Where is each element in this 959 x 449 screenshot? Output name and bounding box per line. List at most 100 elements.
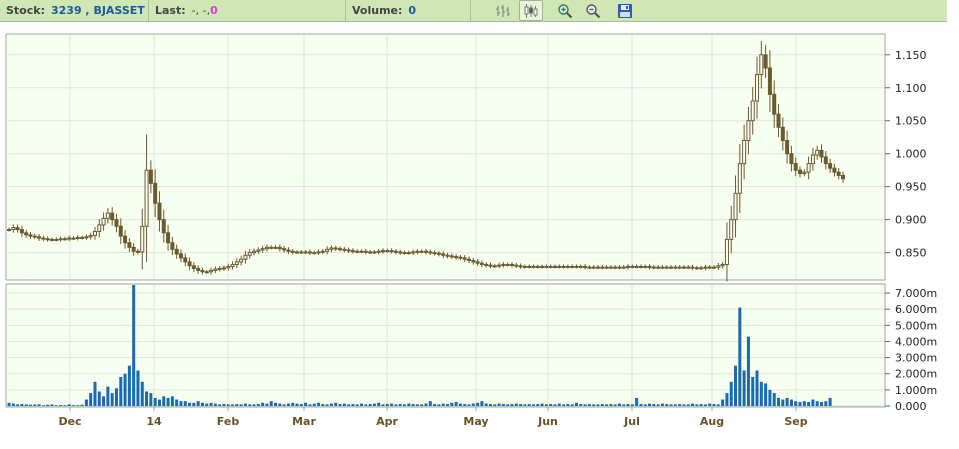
volume-bar <box>329 403 333 406</box>
candle-body <box>656 266 661 269</box>
candle-body <box>239 258 244 263</box>
price-panel <box>5 33 886 281</box>
volume-bar <box>20 404 24 406</box>
candle-body <box>299 251 304 254</box>
candle-body <box>67 237 72 240</box>
volume-bar <box>617 403 621 406</box>
candle-body <box>630 265 635 268</box>
volume-bar <box>372 403 376 406</box>
volume-bar <box>635 397 639 406</box>
candle-body <box>767 67 772 95</box>
candle-body <box>819 149 824 158</box>
volume-bar <box>450 402 454 406</box>
candle-body <box>196 267 201 271</box>
volume-bar <box>132 285 136 406</box>
candle-body <box>664 266 669 269</box>
candle-body <box>247 252 252 256</box>
candle-body <box>505 263 510 266</box>
volume-bar <box>587 404 591 406</box>
volume-bar <box>815 401 819 406</box>
zoom-in-icon <box>558 3 573 18</box>
volume-bar <box>463 404 467 406</box>
volume-bar <box>562 404 566 406</box>
volume-bar <box>415 404 419 406</box>
volume-bar <box>639 404 643 406</box>
candle-body <box>260 248 265 251</box>
volume-bar <box>583 404 587 406</box>
volume-bar <box>437 404 441 406</box>
price-tick-label: 0.850 <box>895 247 927 260</box>
price-tick-label: 1.100 <box>895 82 927 95</box>
candle-body <box>776 113 781 128</box>
candle-body <box>755 74 760 102</box>
volume-bar <box>506 404 510 406</box>
volume-bar <box>656 404 660 406</box>
zoom-in-button[interactable] <box>553 0 577 21</box>
volume-bar <box>226 404 230 406</box>
volume-value: 0 <box>408 4 417 17</box>
candle-body <box>703 266 708 269</box>
volume-bar <box>149 393 153 406</box>
candle-body <box>647 265 652 268</box>
candle-body <box>737 163 742 194</box>
volume-bar <box>828 397 832 406</box>
volume-bar <box>544 404 548 406</box>
volume-bar <box>231 404 235 406</box>
candle-body <box>570 265 575 268</box>
save-button[interactable] <box>613 0 637 21</box>
candle-body <box>140 225 145 253</box>
volume-bar <box>93 381 97 406</box>
candle-body <box>806 163 811 173</box>
candle-body <box>454 256 459 259</box>
volume-bar <box>471 403 475 406</box>
candle-body <box>591 266 596 269</box>
volume-bar <box>712 404 716 406</box>
candle-body <box>256 249 261 252</box>
candle-body <box>595 266 600 269</box>
volume-bar <box>347 404 351 406</box>
volume-bar <box>106 386 110 406</box>
candle-body <box>810 154 815 165</box>
x-tick-label: Feb <box>217 415 240 428</box>
candle-body <box>699 267 704 270</box>
candle-body <box>613 266 618 269</box>
volume-bar <box>145 391 149 406</box>
volume-bar <box>317 402 321 406</box>
volume-axis: 7.000m 6.000m 5.000m 4.000m 3.000m 2.000m 1.00… <box>885 287 937 413</box>
candle-body <box>479 262 484 265</box>
x-tick-label: Dec <box>58 415 81 428</box>
volume-bar <box>89 393 93 406</box>
volume-bar <box>377 402 381 406</box>
candle-body <box>690 266 695 269</box>
volume-bar <box>274 402 278 406</box>
volume-bar <box>630 404 634 406</box>
volume-bar <box>626 404 630 406</box>
x-tick-label: May <box>463 415 488 428</box>
candle-body <box>277 246 282 250</box>
volume-bar <box>390 403 394 406</box>
volume-bar <box>41 405 45 406</box>
candle-body <box>290 250 295 253</box>
candle-body <box>282 248 287 251</box>
ohlc-bar-button[interactable] <box>491 0 515 21</box>
volume-bar <box>686 404 690 406</box>
candlestick-button[interactable] <box>519 0 543 21</box>
zoom-out-button[interactable] <box>581 0 605 21</box>
volume-bar <box>420 404 424 406</box>
candle-body <box>41 237 46 240</box>
candle-body <box>338 248 343 251</box>
candle-body <box>694 267 699 270</box>
candle-body <box>213 268 218 271</box>
volume-bar <box>37 404 41 406</box>
candle-body <box>28 234 33 237</box>
volume-bar <box>243 403 247 406</box>
volume-bar <box>785 397 789 406</box>
volume-bar <box>295 403 299 406</box>
candle-body <box>449 255 454 258</box>
volume-bar <box>179 401 183 406</box>
candle-body <box>316 251 321 254</box>
volume-bar <box>364 404 368 406</box>
candle-body <box>677 266 682 269</box>
stock-value: 3239 , BJASSET <box>50 4 145 17</box>
volume-bar <box>454 401 458 406</box>
